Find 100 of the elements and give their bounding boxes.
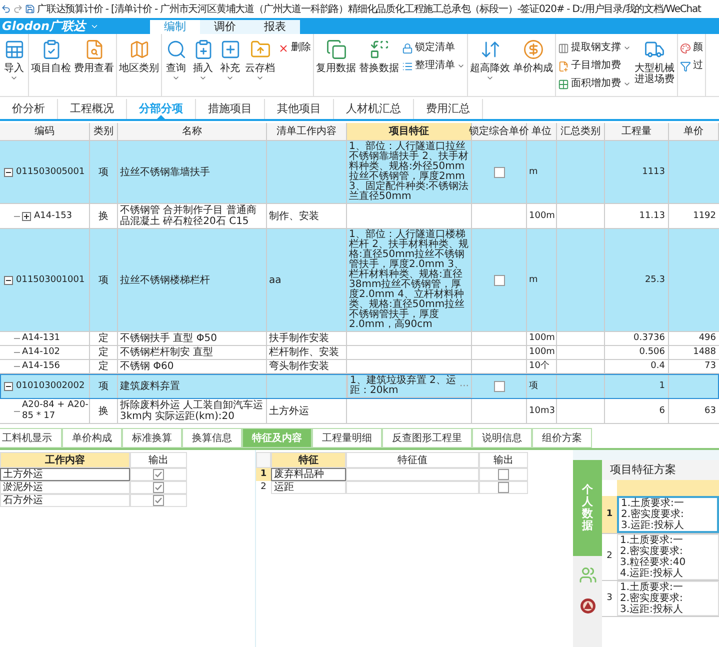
table-cell: 1、部位：人行隧道口拉丝不锈钢靠墙扶手 2、扶手材料种类、规格:外径50mm拉丝不锈钢管，厚度2mm 3、固定配件种类:不锈钢法兰直径50mm	[349, 142, 469, 202]
tab[interactable]: 反查图形工程里	[382, 428, 472, 448]
tab[interactable]: 组价方案	[532, 428, 592, 448]
column-header: 输出	[130, 452, 187, 468]
table-cell[interactable]: 石方外运	[0, 494, 130, 507]
table-cell: 不锈钢管 合并制作子目 普通商品混凝土 碎石粒径20石 C15	[118, 204, 267, 228]
table-cell: 不锈钢 Φ60	[118, 360, 267, 373]
column-header: 类别	[90, 123, 118, 140]
minus-box-icon[interactable]	[4, 382, 13, 390]
ribbon-button[interactable]: 补充	[218, 39, 242, 82]
scheme-item[interactable]: 1.土质要求:一 2.密实度要求: 3.运距:投标人	[617, 496, 719, 533]
column-header: 工程量	[605, 123, 669, 140]
table-cell: 栏杆制作、安装	[267, 346, 347, 359]
table-cell: 011503001001	[16, 274, 85, 286]
table-cell: 100m	[527, 204, 557, 228]
ribbon-button[interactable]: 地区类别	[119, 39, 159, 74]
checkbox[interactable]	[498, 482, 509, 493]
tab[interactable]: 价分析	[0, 99, 58, 119]
ribbon-button[interactable]: 复用数据	[316, 39, 356, 74]
tree-line	[14, 410, 20, 412]
table-row[interactable]: A14-131 定 不锈钢扶手 直型 Φ50 扶手制作安装 100m 0.3736 496	[0, 332, 719, 346]
ribbon-button[interactable]: 项目自检	[31, 39, 71, 74]
table-row[interactable]: A14-153 换 不锈钢管 合并制作子目 普通商品混凝土 碎石粒径20石 C15 制作、安装 100m 11.13 1192	[0, 204, 719, 229]
ribbon-button[interactable]: 单价构成	[513, 39, 553, 74]
table-row[interactable]: 011503001001 项 拉丝不锈钢楼梯栏杆 aa 1、部位：人行隧道口楼梯栏杆 2、扶手材料种类、规格:直径50mm拉丝不锈钢管扶手，厚度2.0mm 3、栏杆材料种类、规格:直径38mm拉丝不锈钢管，厚度2.0mm 4、立杆材料种类、规格:直径50mm拉丝不锈钢管扶手，厚度2.0mm，高90cm m 25.3	[0, 229, 719, 332]
table-cell: 拉丝不锈钢靠墙扶手	[118, 141, 267, 203]
ribbon-small-button[interactable]: 提取钢支撑	[558, 41, 631, 55]
tab[interactable]: 人材机汇总	[334, 99, 414, 119]
people-icon[interactable]	[578, 566, 596, 584]
tree-line	[14, 366, 20, 367]
checkbox[interactable]	[153, 482, 164, 493]
tab[interactable]: 其他项目	[265, 99, 334, 119]
scheme-item[interactable]: 1.土质要求:一 2.密实度要求: 3.运距:投标人	[617, 581, 719, 616]
plus-box-icon[interactable]	[22, 212, 31, 220]
table-row[interactable]: 011503005001 项 拉丝不锈钢靠墙扶手 1、部位：人行隧道口拉丝不锈钢靠墙扶手 2、扶手材料种类、规格:外径50mm拉丝不锈钢管，厚度2mm 3、固定配件种类:不锈钢法兰直径50mm m 1113	[0, 141, 719, 204]
ribbon-tab[interactable]: 调价	[200, 20, 250, 34]
ribbon-tab[interactable]: 编制	[150, 20, 200, 34]
table-cell[interactable]: 运距	[271, 481, 346, 494]
checkbox[interactable]	[153, 469, 164, 480]
tab[interactable]: 说明信息	[472, 428, 532, 448]
ribbon-button[interactable]: 插入	[191, 39, 215, 82]
checkbox[interactable]	[494, 380, 504, 392]
table-cell: m	[527, 229, 557, 331]
table-cell[interactable]: 土方外运	[0, 468, 130, 481]
checkbox[interactable]	[494, 166, 504, 178]
minus-box-icon[interactable]	[4, 168, 13, 176]
ribbon-button[interactable]: 费用查看	[74, 39, 114, 74]
ribbon-small-button[interactable]: 整理清单	[402, 59, 465, 73]
table-row[interactable]: A14-156 定 不锈钢 Φ60 弯头制作安装 10个 0.4 73	[0, 360, 719, 374]
tab[interactable]: 工料机显示	[0, 428, 62, 448]
tab[interactable]: 换算信息	[182, 428, 242, 448]
table-cell: 项	[90, 229, 118, 331]
table-cell-text: 73	[704, 360, 717, 373]
tab[interactable]: 工程量明细	[312, 428, 382, 448]
empty-cell[interactable]	[346, 468, 479, 481]
table-cell: 扶手制作安装	[267, 332, 347, 345]
minus-box-icon[interactable]	[4, 276, 13, 284]
table-cell: A14-156	[22, 361, 60, 372]
ribbon-small-button[interactable]: 子目增加费	[558, 59, 631, 73]
ribbon-small-button[interactable]: 面积增加费	[558, 77, 631, 91]
table-cell[interactable]: 淤泥外运	[0, 481, 130, 494]
row-number: 2	[606, 550, 614, 564]
ribbon-button[interactable]: 查询	[164, 39, 188, 82]
checkbox[interactable]	[153, 495, 164, 506]
save-icon[interactable]	[25, 4, 35, 14]
tab[interactable]: 费用汇总	[414, 99, 483, 119]
tab[interactable]: 措施项目	[196, 99, 265, 119]
search-icon	[166, 39, 186, 60]
tab[interactable]: 工程概况	[58, 99, 127, 119]
coin-icon	[522, 39, 544, 60]
table-cell: 010103002002	[16, 380, 85, 392]
filter-icon	[680, 60, 691, 72]
ribbon-button[interactable]: 云存档	[245, 39, 275, 82]
tab[interactable]: 单价构成	[62, 428, 122, 448]
undo-icon[interactable]	[1, 4, 11, 14]
redo-icon[interactable]	[13, 4, 23, 14]
grid-icon	[558, 78, 569, 90]
empty-cell[interactable]	[346, 481, 479, 494]
ribbon-small-button[interactable]: 颜	[680, 41, 703, 55]
checkbox[interactable]	[494, 274, 504, 286]
table-cell: A14-102	[22, 347, 60, 358]
table-cell: 建筑废料弃置	[118, 374, 267, 398]
replace-icon	[368, 39, 390, 60]
checkbox[interactable]	[498, 469, 509, 480]
ribbon-button[interactable]: 超高降效	[470, 39, 510, 82]
table-row[interactable]: A14-102 定 不锈钢栏杆制安 直型 栏杆制作、安装 100m 0.506 1488	[0, 346, 719, 360]
table-cell: 25.3	[605, 229, 669, 331]
ribbon-button[interactable]: 替换数据	[359, 39, 399, 74]
ribbon-button[interactable]: 导入	[2, 39, 26, 82]
table-cell-text: 496	[698, 332, 717, 345]
ribbon-small-button[interactable]: 删除	[278, 41, 311, 55]
ribbon-small-button[interactable]: 过	[680, 59, 703, 73]
ribbon-tab[interactable]: 报表	[250, 20, 300, 34]
badge-icon[interactable]	[580, 598, 596, 614]
scheme-item[interactable]: 1.土质要求:一 2.密实度要求: 3.粒径要求:40 4.运距:投标人	[617, 534, 719, 580]
ribbon-button[interactable]: 大型机械进退场费	[634, 39, 675, 85]
window-title: 广联达预算计价 - [清单计价 - 广州市天河区黄埔大道（广州大道一科韵路）精细化品质化工程施工总承包（标段一）-签证020# - D:/用户目录/我的文档/WeChat	[37, 2, 701, 16]
ribbon-small-button[interactable]: 锁定清单	[402, 41, 465, 55]
table-cell[interactable]: 废弃料品种	[271, 468, 346, 481]
tab[interactable]: 标准换算	[122, 428, 182, 448]
